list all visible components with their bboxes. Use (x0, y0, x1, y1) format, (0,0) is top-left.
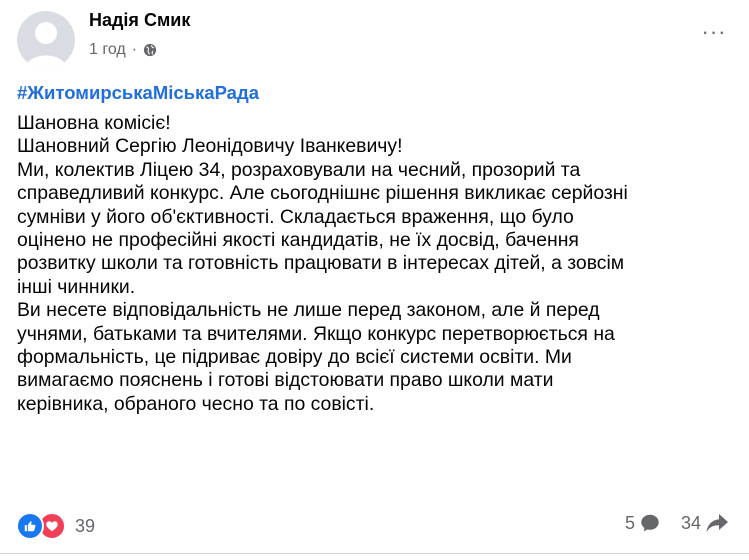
share-count: 34 (680, 512, 701, 533)
post-text-line: учнями, батьками та вчителями. Якщо конк… (17, 322, 615, 345)
hashtag-link[interactable]: #ЖитомирськаМіськаРада (17, 82, 259, 104)
reactions-summary[interactable]: 39 (16, 512, 95, 540)
globe-icon (143, 43, 157, 57)
post-text-line: Шановна комісіє! (17, 112, 171, 134)
post-text-line: Ми, колектив Ліцею 34, розраховували на … (17, 158, 581, 181)
divider (0, 553, 749, 554)
author-name[interactable]: Надія Смик (89, 10, 190, 31)
default-avatar-icon (25, 22, 67, 69)
shares-summary[interactable]: 34 (681, 512, 729, 534)
post-body: Шановна комісіє! Шановний Сергію Леонідов… (17, 112, 737, 416)
comment-icon (641, 514, 659, 532)
post-text-line: вимагаємо пояснень і готові відстоювати … (17, 369, 554, 392)
post-text-line: Шановний Сергію Леонідовичу Іванкевичу! (17, 135, 403, 158)
post-text-line: справедливий конкурс. Але сьогоднішнє рі… (17, 182, 628, 205)
post-text-line: розвитку школи та готовність працювати в… (17, 252, 625, 275)
post-text-line: формальність, це підриває довіру до всіє… (17, 346, 572, 369)
more-horizontal-icon: ··· (701, 19, 727, 44)
meta-separator: · (131, 41, 138, 58)
share-icon (706, 514, 728, 532)
post-text-line: сумніви у його об'єктивності. Складаєтьс… (17, 205, 574, 228)
like-icon (16, 512, 44, 540)
comments-summary[interactable]: 5 (625, 512, 661, 534)
post-text-line: інші чинники. (17, 275, 136, 298)
post-text-line: Ви несете відповідальність не лише перед… (17, 299, 600, 322)
more-options-button[interactable]: ··· (699, 19, 729, 44)
post-meta: 1 год · (89, 41, 157, 59)
post-time[interactable]: 1 год (89, 41, 126, 59)
post-text-line: керівника, обраного чесно та по совісті. (17, 392, 375, 415)
reaction-count: 39 (75, 515, 96, 536)
avatar[interactable] (17, 11, 75, 69)
comment-count: 5 (624, 512, 635, 533)
engagement-stats: 5 34 (625, 512, 729, 534)
post-text-line: оцінено не професійні якості кандидатів,… (17, 229, 579, 252)
